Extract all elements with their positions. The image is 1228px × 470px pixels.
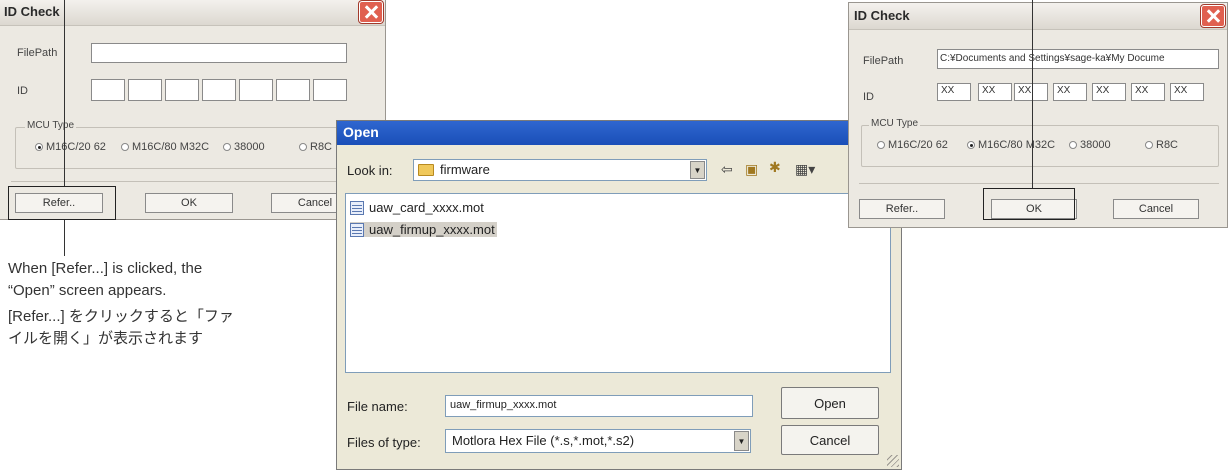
id-field-4[interactable] [202,79,236,101]
annotation-text: When [Refer...] is clicked, the “Open” s… [8,258,234,350]
file-icon [350,200,364,215]
dialog-title: ID Check [4,4,60,19]
separator [11,181,371,182]
files-of-type-label: Files of type: [347,435,421,450]
cancel-button[interactable]: Cancel [1113,199,1199,219]
callout-line-refer [64,220,65,256]
mcu-radio-r8c[interactable]: R8C [1145,139,1178,151]
cancel-button[interactable]: Cancel [781,425,879,455]
mcu-radio-38000[interactable]: 38000 [1069,139,1111,151]
folder-icon [418,164,434,176]
new-folder-icon[interactable]: ✱ [769,159,781,176]
id-field-5[interactable]: XX [1092,83,1126,101]
radio-label: 38000 [234,141,265,153]
title-bar[interactable]: Open [337,121,901,145]
annotation-en-line1: When [Refer...] is clicked, the [8,260,203,277]
open-button[interactable]: Open [781,387,879,419]
radio-label: 38000 [1080,139,1111,151]
radio-label: R8C [1156,139,1179,151]
radio-icon [299,143,307,151]
dialog-title: Open [343,124,379,140]
id-label: ID [17,85,28,97]
annotation-en-line2: “Open” screen appears. [8,282,167,299]
id-field-5[interactable] [239,79,273,101]
files-of-type-value: Motlora Hex File (*.s,*.mot,*.s2) [452,433,635,448]
radio-label: R8C [310,141,333,153]
id-field-1[interactable]: XX [937,83,971,101]
id-field-7[interactable] [313,79,347,101]
resize-grip-icon[interactable] [887,455,899,467]
chevron-down-icon[interactable]: ▼ [734,431,749,451]
file-name: uaw_card_xxxx.mot [369,200,484,215]
radio-icon [121,143,129,151]
back-arrow-icon[interactable]: ⇦ [721,161,733,178]
mcu-radio-m16c20[interactable]: M16C/20 62 [35,141,106,153]
up-folder-icon[interactable]: ▣ [745,161,758,178]
radio-label: M16C/20 62 [888,139,948,151]
look-in-label: Look in: [347,163,393,178]
file-name-input[interactable]: uaw_firmup_xxxx.mot [445,395,753,417]
id-field-7[interactable]: XX [1170,83,1204,101]
mcu-type-label: MCU Type [869,118,921,129]
look-in-value: firmware [440,162,490,177]
refer-button[interactable]: Refer.. [859,199,945,219]
title-bar[interactable]: ID Check [0,0,385,26]
radio-label: M16C/80 M32C [132,141,210,153]
file-name-label: File name: [347,399,408,414]
filepath-label: FilePath [863,55,904,67]
id-field-3[interactable]: XX [1014,83,1048,101]
id-field-4[interactable]: XX [1053,83,1087,101]
radio-icon [1145,141,1153,149]
id-field-2[interactable]: XX [978,83,1012,101]
open-dialog: Open Look in: firmware ▼ ⇦ ▣ ✱ ▦▾ uaw_ca… [336,120,902,470]
chevron-down-icon[interactable]: ▼ [690,161,705,179]
id-field-3[interactable] [165,79,199,101]
dialog-title: ID Check [854,8,910,23]
mcu-radio-m16c80[interactable]: M16C/80 M32C [121,141,209,153]
mcu-radio-38000[interactable]: 38000 [223,141,265,153]
refer-highlight-box [8,186,116,220]
title-bar[interactable]: ID Check [849,3,1227,30]
annotation-ja-line2: イルを開く」が表示されます [8,330,204,347]
ok-highlight-box [983,188,1075,220]
id-field-2[interactable] [128,79,162,101]
callout-line-top-left [64,0,65,186]
annotation-ja-line1: [Refer...] をクリックすると「ファ [8,308,234,325]
close-icon[interactable] [359,1,383,23]
look-in-combo[interactable]: firmware ▼ [413,159,707,181]
ok-button[interactable]: OK [145,193,233,213]
mcu-radio-m16c20[interactable]: M16C/20 62 [877,139,948,151]
radio-label: M16C/20 62 [46,141,106,153]
view-menu-icon[interactable]: ▦▾ [795,161,815,178]
callout-line-ok [1032,0,1033,188]
filepath-field[interactable]: C:¥Documents and Settings¥sage-ka¥My Doc… [937,49,1219,69]
files-of-type-combo[interactable]: Motlora Hex File (*.s,*.mot,*.s2) ▼ [445,429,751,453]
mcu-radio-m16c80[interactable]: M16C/80 M32C [967,139,1055,151]
list-item[interactable]: uaw_card_xxxx.mot [350,200,484,215]
mcu-type-label: MCU Type [25,120,77,131]
id-field-6[interactable]: XX [1131,83,1165,101]
id-label: ID [863,91,874,103]
list-item-selected[interactable]: uaw_firmup_xxxx.mot [350,222,497,237]
radio-selected-icon [967,141,975,149]
radio-icon [1069,141,1077,149]
filepath-field[interactable] [91,43,347,63]
separator [859,183,1219,184]
file-name: uaw_firmup_xxxx.mot [369,222,495,237]
close-icon[interactable] [1201,5,1225,27]
radio-selected-icon [35,143,43,151]
radio-icon [223,143,231,151]
id-field-6[interactable] [276,79,310,101]
filepath-label: FilePath [17,47,58,59]
file-icon [350,222,364,237]
radio-label: M16C/80 M32C [978,139,1056,151]
file-list[interactable]: uaw_card_xxxx.mot uaw_firmup_xxxx.mot [345,193,891,373]
id-field-1[interactable] [91,79,125,101]
mcu-radio-r8c[interactable]: R8C [299,141,332,153]
radio-icon [877,141,885,149]
